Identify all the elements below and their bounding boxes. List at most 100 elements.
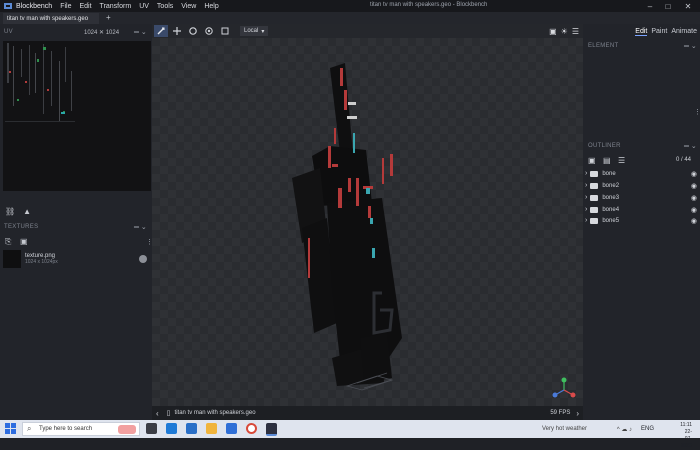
chrome-icon[interactable] xyxy=(246,423,257,434)
model-render xyxy=(292,63,576,398)
chevron-right-icon[interactable]: › xyxy=(576,409,579,418)
chevron-right-icon[interactable]: › xyxy=(585,182,587,189)
task-view-icon[interactable] xyxy=(146,423,157,434)
uv-menu-icon[interactable]: ═ ⌄ xyxy=(134,28,147,36)
eye-icon[interactable]: ◉ xyxy=(691,206,697,214)
close-icon[interactable]: ✕ xyxy=(680,0,696,12)
transform-space-select[interactable]: Local ▾ xyxy=(240,26,269,36)
menu-file[interactable]: File xyxy=(60,3,71,10)
viewport-menu-icon[interactable]: ☰ xyxy=(572,27,579,36)
outliner-item-label: bone2 xyxy=(602,182,620,189)
eye-icon[interactable]: ◉ xyxy=(691,217,697,225)
3d-viewport[interactable] xyxy=(152,38,583,406)
outliner-item-label: bone xyxy=(602,170,616,177)
texture-check-icon[interactable] xyxy=(139,255,147,263)
language-indicator[interactable]: ENG xyxy=(641,426,654,432)
pivot-icon[interactable] xyxy=(202,25,216,37)
tab-document[interactable]: titan tv man with speakers.geo xyxy=(3,13,99,24)
tab-paint[interactable]: Paint xyxy=(651,28,667,36)
tab-edit[interactable]: Edit xyxy=(635,28,648,36)
menu-help[interactable]: Help xyxy=(204,3,218,10)
search-placeholder: Type here to search xyxy=(39,426,93,432)
translate-icon[interactable] xyxy=(170,25,184,37)
tab-bar: titan tv man with speakers.geo + xyxy=(0,12,700,24)
import-texture-icon[interactable]: ⎘ xyxy=(5,237,11,247)
folder-icon xyxy=(590,217,599,224)
eye-icon[interactable]: ◉ xyxy=(691,182,697,190)
add-group-icon[interactable]: ▤ xyxy=(603,156,611,165)
outliner-item-label: bone3 xyxy=(602,194,620,201)
window-title: titan tv man with speakers.geo - Blockbe… xyxy=(370,2,488,8)
outliner-item[interactable]: › bone3 ◉ xyxy=(585,192,697,203)
uv-texture-map xyxy=(5,43,75,122)
weather-text[interactable]: Very hot weather xyxy=(542,426,587,432)
minimize-icon[interactable]: – xyxy=(642,0,658,12)
menu-uv[interactable]: UV xyxy=(139,3,149,10)
search-highlight-icon xyxy=(118,425,136,434)
paint-icon[interactable]: ▲ xyxy=(23,207,31,216)
menu-transform[interactable]: Transform xyxy=(100,3,132,10)
lighting-icon[interactable]: ☀ xyxy=(561,27,568,36)
viewport-toolbar: Local ▾ ▣ ☀ ☰ xyxy=(152,24,583,38)
outliner-item[interactable]: › bone4 ◉ xyxy=(585,204,697,215)
outliner-item-label: bone4 xyxy=(602,206,620,213)
clock[interactable]: 11:11 22-07-2023 xyxy=(680,422,692,450)
search-icon: ⌕ xyxy=(27,424,32,433)
windows-taskbar: ⌕ Type here to search Very hot weather ^… xyxy=(0,420,700,449)
tray-icons[interactable]: ^ ☁ ♪ xyxy=(617,426,632,433)
edge-icon[interactable] xyxy=(166,423,177,434)
outliner-item[interactable]: › bone2 ◉ xyxy=(585,180,697,191)
folder-icon xyxy=(590,206,599,213)
textures-panel-title: TEXTURES xyxy=(4,224,39,230)
windows-start-icon[interactable] xyxy=(5,423,16,436)
collapse-icon[interactable]: ☰ xyxy=(618,156,625,165)
menu-view[interactable]: View xyxy=(181,3,196,10)
uv-editor-canvas[interactable] xyxy=(3,41,151,191)
folder-icon xyxy=(590,194,599,201)
element-menu-icon[interactable]: ═ ⌄ xyxy=(684,42,697,50)
move-tool-icon[interactable] xyxy=(154,25,168,37)
element-more-icon[interactable]: ⋮ xyxy=(694,108,700,116)
menu-tools[interactable]: Tools xyxy=(157,3,173,10)
chevron-right-icon[interactable]: › xyxy=(585,217,587,224)
link-icon[interactable]: ⛓ xyxy=(5,207,15,216)
chevron-down-icon: ▾ xyxy=(261,28,265,35)
save-texture-icon[interactable]: ▣ xyxy=(20,237,28,246)
add-cube-icon[interactable]: ▣ xyxy=(588,156,596,165)
chevron-right-icon[interactable]: › xyxy=(585,206,587,213)
title-bar: Blockbench File Edit Transform UV Tools … xyxy=(0,0,700,12)
outliner-item[interactable]: › bone ◉ xyxy=(585,168,697,179)
chevron-right-icon[interactable]: › xyxy=(585,170,587,177)
eye-icon[interactable]: ◉ xyxy=(691,170,697,178)
clock-time: 11:11 xyxy=(680,422,692,428)
chevron-right-icon[interactable]: › xyxy=(585,194,587,201)
file-explorer-icon[interactable] xyxy=(206,423,217,434)
folder-icon xyxy=(590,182,599,189)
eye-icon[interactable]: ◉ xyxy=(691,194,697,202)
texture-size: 1024 x 1024px xyxy=(25,259,58,265)
outliner-item[interactable]: › bone5 ◉ xyxy=(585,215,697,226)
blockbench-taskbar-icon[interactable] xyxy=(266,423,277,436)
chevron-left-icon[interactable]: ‹ xyxy=(156,409,159,418)
outliner-count: 0 / 44 xyxy=(676,157,692,163)
tab-animate[interactable]: Animate xyxy=(671,28,697,36)
transform-space-value: Local xyxy=(244,28,259,34)
screenshot-icon[interactable]: ▣ xyxy=(549,27,557,36)
menu-edit[interactable]: Edit xyxy=(79,3,91,10)
texture-item[interactable]: texture.png 1024 x 1024px xyxy=(3,249,151,269)
uv-size[interactable]: 1024 ✕ 1024 xyxy=(84,29,119,36)
add-tab-icon[interactable]: + xyxy=(106,13,111,22)
mail-icon[interactable] xyxy=(226,423,237,434)
vertex-snap-icon[interactable] xyxy=(218,25,232,37)
fps-counter: 59 FPS xyxy=(550,410,571,416)
maximize-icon[interactable]: □ xyxy=(660,0,676,12)
outliner-item-label: bone5 xyxy=(602,217,620,224)
rotate-icon[interactable] xyxy=(186,25,200,37)
taskbar-search[interactable]: ⌕ Type here to search xyxy=(22,422,140,436)
mode-tabs: Edit Paint Animate xyxy=(631,28,697,36)
clock-date: 22-07-2023 xyxy=(680,429,692,449)
textures-menu-icon[interactable]: ═ ⌄ xyxy=(134,223,147,231)
outliner-menu-icon[interactable]: ═ ⌄ xyxy=(684,142,697,150)
axis-gizmo xyxy=(552,377,576,398)
store-icon[interactable] xyxy=(186,423,197,434)
